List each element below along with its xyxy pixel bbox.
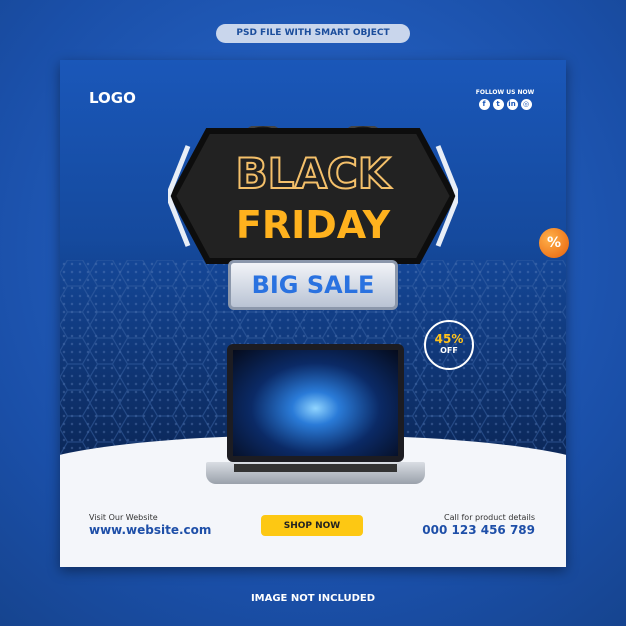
discount-value: 45% bbox=[434, 332, 464, 346]
website-link[interactable]: www.website.com bbox=[89, 523, 211, 537]
website-label: Visit Our Website bbox=[89, 513, 158, 522]
laptop-keyboard bbox=[206, 462, 425, 484]
psd-file-label: PSD FILE WITH SMART OBJECT bbox=[216, 24, 410, 43]
big-sale-plate: BIG SALE bbox=[228, 260, 398, 310]
follow-us: FOLLOW US NOW f t in ◎ bbox=[472, 89, 538, 110]
headline-friday: FRIDAY bbox=[236, 203, 391, 247]
headline-black: BLACK bbox=[236, 149, 392, 198]
logo: LOGO bbox=[89, 89, 136, 107]
discount-label: OFF bbox=[440, 346, 458, 355]
facebook-icon[interactable]: f bbox=[478, 99, 490, 110]
follow-label: FOLLOW US NOW bbox=[475, 89, 535, 96]
shop-now-button[interactable]: SHOP NOW bbox=[261, 515, 363, 536]
phone-number[interactable]: 000 123 456 789 bbox=[422, 523, 535, 537]
percent-orb-icon: % bbox=[539, 228, 569, 258]
instagram-icon[interactable]: ◎ bbox=[520, 99, 532, 110]
twitter-icon[interactable]: t bbox=[492, 99, 504, 110]
linkedin-icon[interactable]: in bbox=[506, 99, 518, 110]
black-friday-poster: LOGO FOLLOW US NOW f t in ◎ BLACK FRIDAY… bbox=[60, 60, 566, 567]
image-not-included-label: IMAGE NOT INCLUDED bbox=[250, 593, 376, 604]
laptop-screen bbox=[227, 344, 404, 462]
black-friday-sign: BLACK FRIDAY bbox=[168, 126, 458, 264]
contact-label: Call for product details bbox=[444, 513, 535, 522]
discount-badge: 45% OFF bbox=[424, 320, 474, 370]
